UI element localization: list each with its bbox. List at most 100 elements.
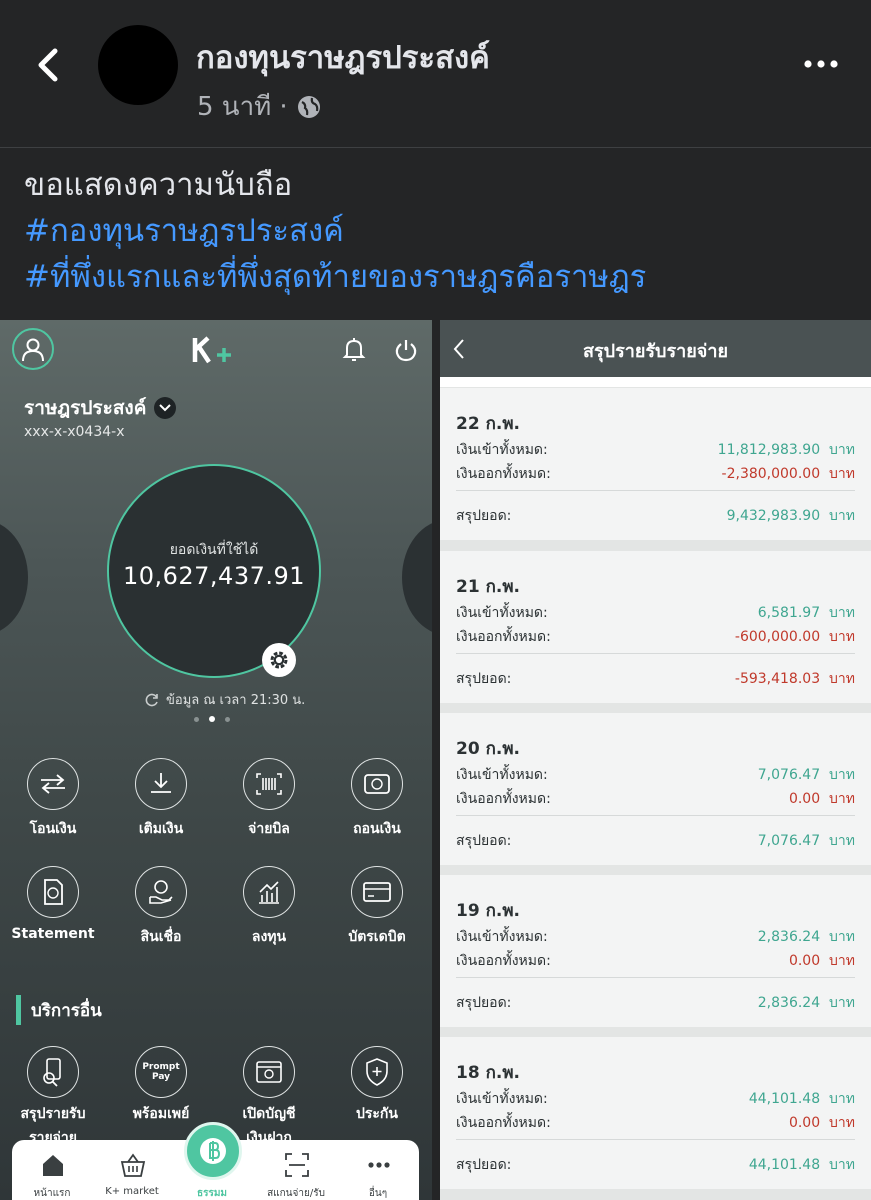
day-date: 18 ก.พ.: [456, 1063, 520, 1083]
total-label: สรุปยอด:: [456, 995, 512, 1011]
menu-debit-card[interactable]: บัตรเดบิต: [324, 866, 432, 966]
refresh-icon: [145, 693, 158, 706]
expense-value: -600,000.00 บาท: [735, 626, 855, 648]
income-value: 6,581.97 บาท: [758, 602, 855, 624]
notification-button[interactable]: [341, 336, 367, 364]
service-label-line1: พร้อมเพย์: [132, 1106, 190, 1122]
menu-transfer[interactable]: โอนเงิน: [0, 758, 108, 858]
post-header: กองทุนราษฎรประสงค์ 5 นาที ·: [0, 0, 871, 148]
day-date: 20 ก.พ.: [456, 739, 520, 759]
menu-paybill[interactable]: จ่ายบิล: [216, 758, 324, 858]
gear-icon: [270, 651, 288, 669]
other-services-title: บริการอื่น: [31, 1000, 102, 1021]
currency-unit: บาท: [829, 767, 855, 783]
expense-label: เงินออกทั้งหมด:: [456, 791, 551, 807]
post-line-1: ขอแสดงความนับถือ: [24, 167, 293, 203]
header-divider: [0, 147, 871, 148]
day-date: 21 ก.พ.: [456, 577, 520, 597]
logout-button[interactable]: [393, 336, 419, 364]
currency-unit: บาท: [829, 1115, 855, 1131]
income-amount: 44,101.48: [748, 1091, 821, 1107]
menu-label: โอนเงิน: [29, 821, 77, 837]
day-summary-card[interactable]: 21 ก.พ. เงินเข้าทั้งหมด: 6,581.97 บาท เงินอ…: [440, 551, 871, 703]
total-amount: 9,432,983.90: [726, 508, 821, 524]
currency-unit: บาท: [829, 1157, 855, 1173]
income-amount: 2,836.24: [757, 929, 821, 945]
expense-value: -2,380,000.00 บาท: [722, 463, 855, 485]
page-avatar[interactable]: [98, 25, 178, 105]
menu-statement[interactable]: Statement: [0, 866, 108, 966]
day-summary-card[interactable]: 18 ก.พ. เงินเข้าทั้งหมด: 44,101.48 บาท เงิน…: [440, 1037, 871, 1189]
total-label: สรุปยอด:: [456, 508, 512, 524]
day-date: 22 ก.พ.: [456, 414, 520, 434]
currency-unit: บาท: [829, 508, 855, 524]
nav-scan[interactable]: สแกนจ่าย/รับ: [256, 1146, 336, 1200]
account-name: ราษฎรประสงค์: [24, 397, 147, 419]
header-gap: [440, 377, 871, 387]
nav-center-button[interactable]: [184, 1122, 242, 1180]
promptpay-icon-text: Prompt Pay: [142, 1062, 180, 1082]
profile-button[interactable]: [12, 328, 54, 370]
data-timestamp[interactable]: ข้อมูล ณ เวลา 21:30 น.: [144, 689, 305, 710]
income-value: 7,076.47 บาท: [758, 764, 855, 786]
page-name[interactable]: กองทุนราษฎรประสงค์: [196, 32, 490, 82]
nav-market[interactable]: K+ market: [92, 1146, 172, 1200]
kplus-logo-icon: [192, 336, 231, 364]
balance-settings-button[interactable]: [262, 643, 296, 677]
expense-amount: 0.00: [788, 791, 821, 807]
menu-invest[interactable]: ลงทุน: [216, 866, 324, 966]
income-label: เงินเข้าทั้งหมด:: [456, 1091, 548, 1107]
income-label: เงินเข้าทั้งหมด:: [456, 442, 548, 458]
data-time-text: ข้อมูล ณ เวลา 21:30 น.: [166, 693, 306, 708]
barcode-icon: [243, 758, 295, 810]
page-indicator: [194, 716, 230, 722]
total-value: -593,418.03 บาท: [735, 668, 855, 690]
post-time[interactable]: 5 นาที: [197, 86, 271, 127]
income-label: เงินเข้าทั้งหมด:: [456, 767, 548, 783]
expense-value: 0.00 บาท: [789, 1112, 855, 1134]
more-options-button[interactable]: [801, 50, 841, 78]
menu-label: เติมเงิน: [138, 821, 184, 837]
service-label: ประกัน: [324, 1102, 430, 1126]
hashtag-2[interactable]: #ที่พึ่งแรกและที่พึ่งสุดท้ายของราษฎรคือร…: [24, 254, 854, 300]
hashtag-1[interactable]: #กองทุนราษฎรประสงค์: [24, 208, 854, 254]
account-selector[interactable]: ราษฎรประสงค์: [24, 393, 177, 423]
menu-label: บัตรเดบิต: [348, 929, 406, 945]
menu-topup[interactable]: เติมเงิน: [108, 758, 216, 858]
home-icon: [43, 1155, 63, 1176]
page-dot-active: [209, 716, 215, 722]
service-summary[interactable]: สรุปรายรับ รายจ่าย: [0, 1046, 108, 1146]
menu-label: ลงทุน: [251, 929, 287, 945]
prev-account-card[interactable]: [0, 520, 28, 635]
next-account-card[interactable]: [402, 520, 432, 635]
nav-home[interactable]: หน้าแรก: [12, 1146, 92, 1200]
row-divider: [456, 977, 855, 978]
globe-icon: [297, 95, 320, 118]
page-dot: [194, 716, 199, 722]
currency-unit: บาท: [829, 629, 855, 645]
currency-unit: บาท: [829, 671, 855, 687]
chevron-left-icon: [38, 48, 58, 82]
kplus-logo: [191, 335, 241, 365]
topup-icon: [135, 758, 187, 810]
nav-more[interactable]: อื่นๆ: [338, 1146, 418, 1200]
meta-separator: ·: [279, 91, 288, 122]
nav-label: อื่นๆ: [368, 1188, 388, 1199]
menu-loan[interactable]: สินเชื่อ: [108, 866, 216, 966]
expense-label: เงินออกทั้งหมด:: [456, 629, 551, 645]
total-amount: -593,418.03: [734, 671, 821, 687]
day-summary-card[interactable]: 19 ก.พ. เงินเข้าทั้งหมด: 2,836.24 บาท เงินอ…: [440, 875, 871, 1027]
service-insurance[interactable]: ประกัน: [324, 1046, 432, 1146]
day-summary-card[interactable]: 20 ก.พ. เงินเข้าทั้งหมด: 7,076.47 บาทเงินอ…: [440, 713, 871, 865]
income-value: 44,101.48 บาท: [749, 1088, 855, 1110]
day-summary-card[interactable]: 22 ก.พ. เงินเข้าทั้งหมด: 11,812,983.90 บาท…: [440, 388, 871, 540]
total-amount: 7,076.47: [757, 833, 821, 849]
open-account-icon: [243, 1046, 295, 1098]
back-button[interactable]: [28, 40, 68, 90]
expense-amount: -2,380,000.00: [721, 466, 821, 482]
summary-icon: [27, 1046, 79, 1098]
total-amount: 2,836.24: [757, 995, 821, 1011]
service-label-line1: เปิดบัญชี: [242, 1106, 296, 1122]
summary-header: สรุปรายรับรายจ่าย: [440, 320, 871, 377]
menu-withdraw[interactable]: ถอนเงิน: [324, 758, 432, 858]
